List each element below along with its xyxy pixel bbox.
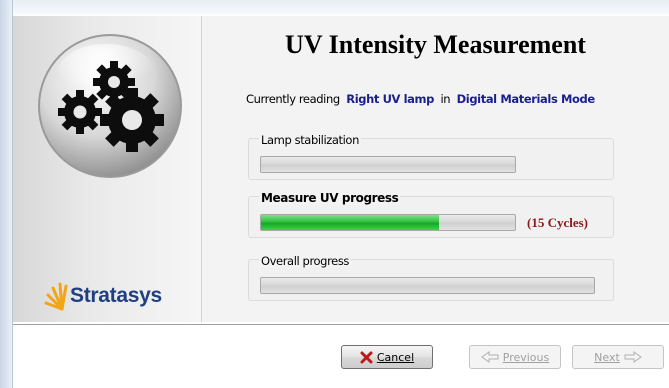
wizard-sidebar: Stratasys: [13, 16, 202, 322]
overall-progress-group: Overall progress: [248, 254, 614, 301]
previous-button[interactable]: Previous: [469, 345, 561, 369]
stratasys-logo: Stratasys: [42, 278, 162, 314]
reading-prefix: Currently reading: [246, 92, 340, 106]
next-label: Next: [594, 350, 620, 364]
overall-progress-bar: [260, 277, 595, 294]
footer-divider: [13, 324, 669, 326]
previous-label: Previous: [502, 350, 550, 364]
cancel-button[interactable]: Cancel: [341, 345, 433, 369]
lamp-stabilization-group: Lamp stabilization: [248, 133, 614, 180]
logo-text: Stratasys: [70, 284, 162, 307]
stratasys-burst-icon: [44, 282, 68, 311]
cancel-label: Cancel: [376, 350, 415, 364]
next-button[interactable]: Next: [572, 345, 664, 369]
measure-uv-progress-bar: [260, 214, 516, 231]
reading-mode: Digital Materials Mode: [456, 92, 596, 106]
measure-uv-group: Measure UV progress (15 Cycles): [248, 191, 614, 238]
reading-in: in: [440, 92, 451, 106]
wizard-content: UV Intensity Measurement Currently readi…: [202, 16, 669, 322]
reading-target: Right UV lamp: [346, 92, 434, 106]
measure-uv-label: Measure UV progress: [259, 191, 401, 205]
gears-icon: [38, 34, 182, 178]
x-icon: [360, 351, 373, 363]
window-border: [0, 0, 13, 388]
reading-status: Currently reading Right UV lamp in Digit…: [246, 92, 595, 106]
overall-progress-label: Overall progress: [259, 254, 351, 268]
right-arrow-icon: [624, 351, 642, 363]
left-arrow-icon: [480, 351, 499, 363]
cycles-count: (15 Cycles): [527, 215, 589, 230]
page-title: UV Intensity Measurement: [285, 30, 586, 59]
lamp-stabilization-label: Lamp stabilization: [259, 133, 361, 147]
measure-uv-progress-fill: [261, 215, 439, 230]
lamp-stabilization-progress-bar: [260, 156, 516, 173]
wizard-window: Stratasys UV Intensity Measurement Curre…: [0, 0, 669, 388]
